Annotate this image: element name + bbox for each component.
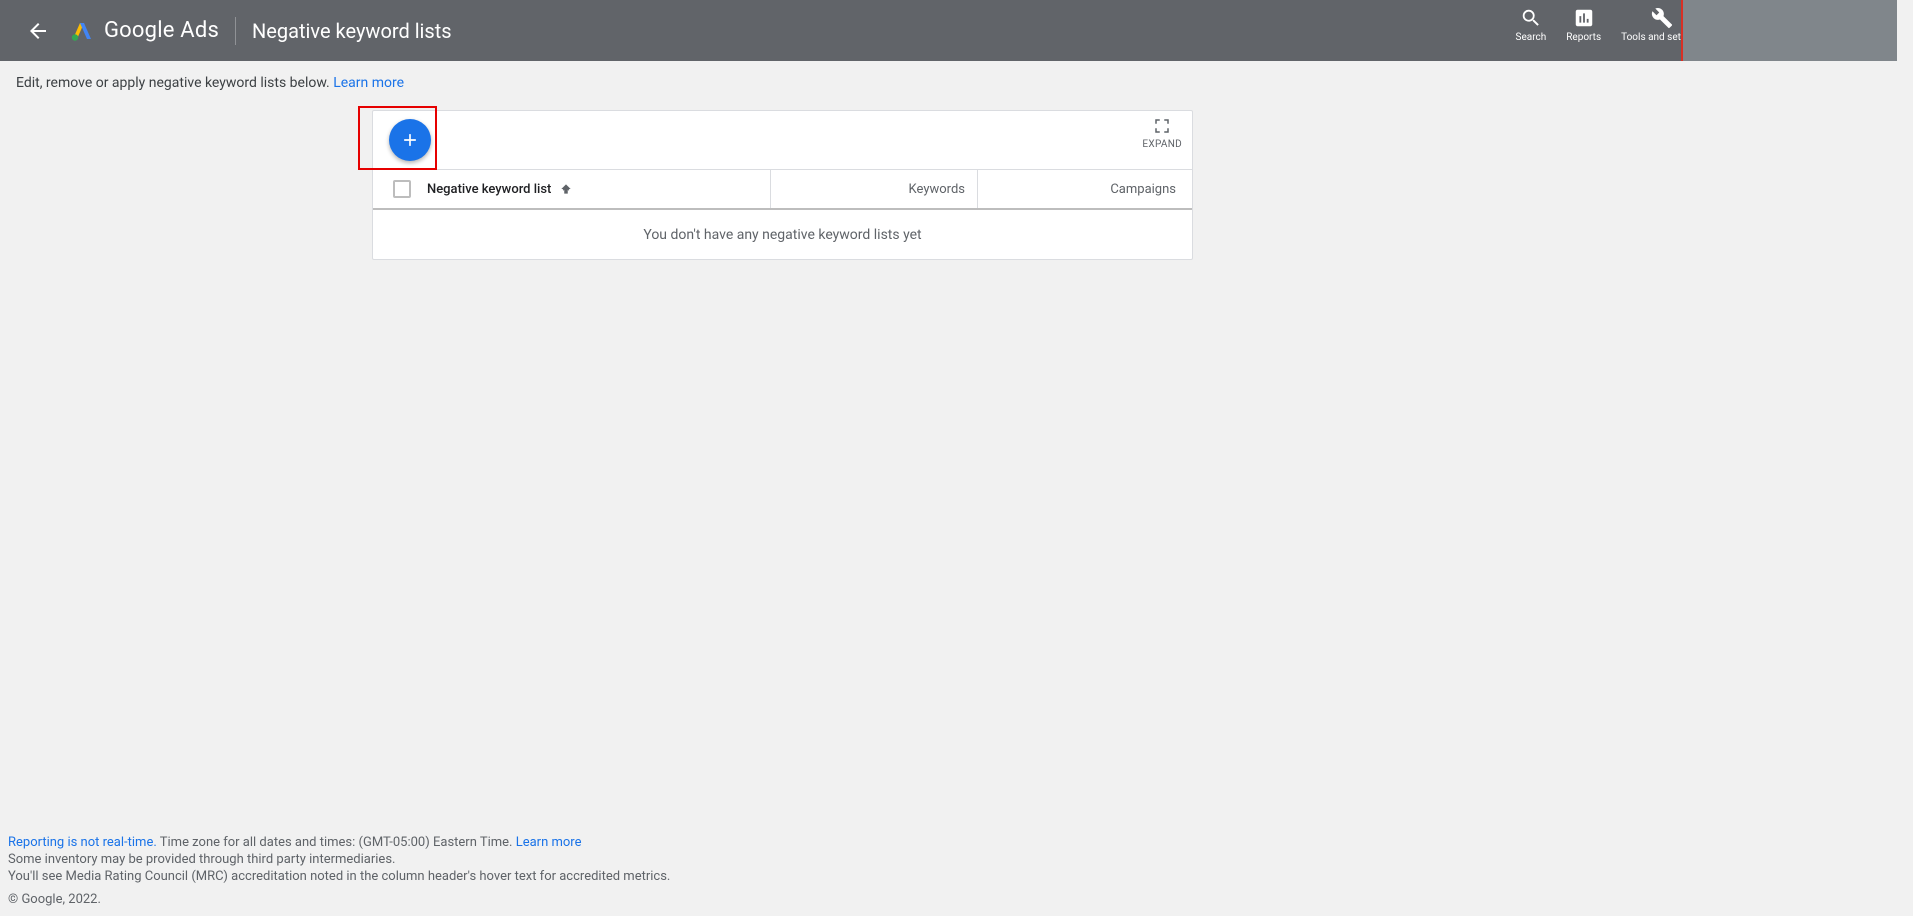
vertical-scrollbar[interactable] — [1897, 0, 1913, 916]
expand-label: EXPAND — [1142, 139, 1182, 150]
app-header: Google Ads Negative keyword lists Search… — [0, 0, 1913, 61]
subhead-text: Edit, remove or apply negative keyword l… — [16, 75, 333, 91]
header-account-area[interactable] — [1681, 0, 1913, 61]
timezone-text: Time zone for all dates and times: (GMT-… — [160, 835, 516, 850]
footer-learn-more-link[interactable]: Learn more — [516, 835, 582, 850]
search-button[interactable]: Search — [1506, 6, 1557, 56]
col3-label: Campaigns — [1110, 182, 1176, 197]
product-name: Google Ads — [104, 18, 219, 43]
product-logo-wrap[interactable]: Google Ads — [70, 18, 219, 43]
search-icon — [1520, 7, 1542, 29]
search-label: Search — [1516, 32, 1547, 43]
reporting-realtime-link[interactable]: Reporting is not real-time. — [8, 835, 157, 850]
back-button[interactable] — [18, 11, 58, 51]
table-header-row: Negative keyword list Keywords Campaigns — [373, 170, 1192, 210]
sort-ascending-icon — [559, 182, 573, 196]
col2-label: Keywords — [909, 182, 965, 197]
negative-keyword-card: EXPAND Negative keyword list Keywords Ca… — [372, 110, 1193, 260]
plus-icon — [400, 130, 420, 150]
expand-button[interactable]: EXPAND — [1142, 117, 1182, 150]
bar-chart-icon — [1573, 7, 1595, 29]
add-list-button[interactable] — [389, 119, 431, 161]
page-title: Negative keyword lists — [252, 19, 452, 43]
column-campaigns[interactable]: Campaigns — [978, 170, 1192, 208]
column-negative-keyword-list[interactable]: Negative keyword list — [373, 170, 771, 208]
wrench-icon — [1651, 7, 1673, 29]
google-ads-logo-icon — [70, 19, 94, 43]
select-all-checkbox[interactable] — [393, 180, 411, 198]
header-left: Google Ads Negative keyword lists — [8, 11, 1506, 51]
column-keywords[interactable]: Keywords — [771, 170, 978, 208]
footer-line3: You'll see Media Rating Council (MRC) ac… — [8, 868, 670, 885]
reports-button[interactable]: Reports — [1556, 6, 1611, 56]
reports-label: Reports — [1566, 32, 1601, 43]
learn-more-link[interactable]: Learn more — [333, 75, 404, 91]
col1-label: Negative keyword list — [427, 182, 551, 197]
card-toolbar: EXPAND — [373, 111, 1192, 170]
copyright-text: © Google, 2022. — [8, 891, 670, 908]
subhead: Edit, remove or apply negative keyword l… — [0, 61, 1913, 101]
arrow-left-icon — [26, 19, 50, 43]
footer-line2: Some inventory may be provided through t… — [8, 851, 670, 868]
page-footer: Reporting is not real-time. Time zone fo… — [8, 834, 670, 908]
header-divider — [235, 17, 236, 45]
empty-state-text: You don't have any negative keyword list… — [373, 210, 1192, 259]
expand-icon — [1153, 117, 1171, 135]
